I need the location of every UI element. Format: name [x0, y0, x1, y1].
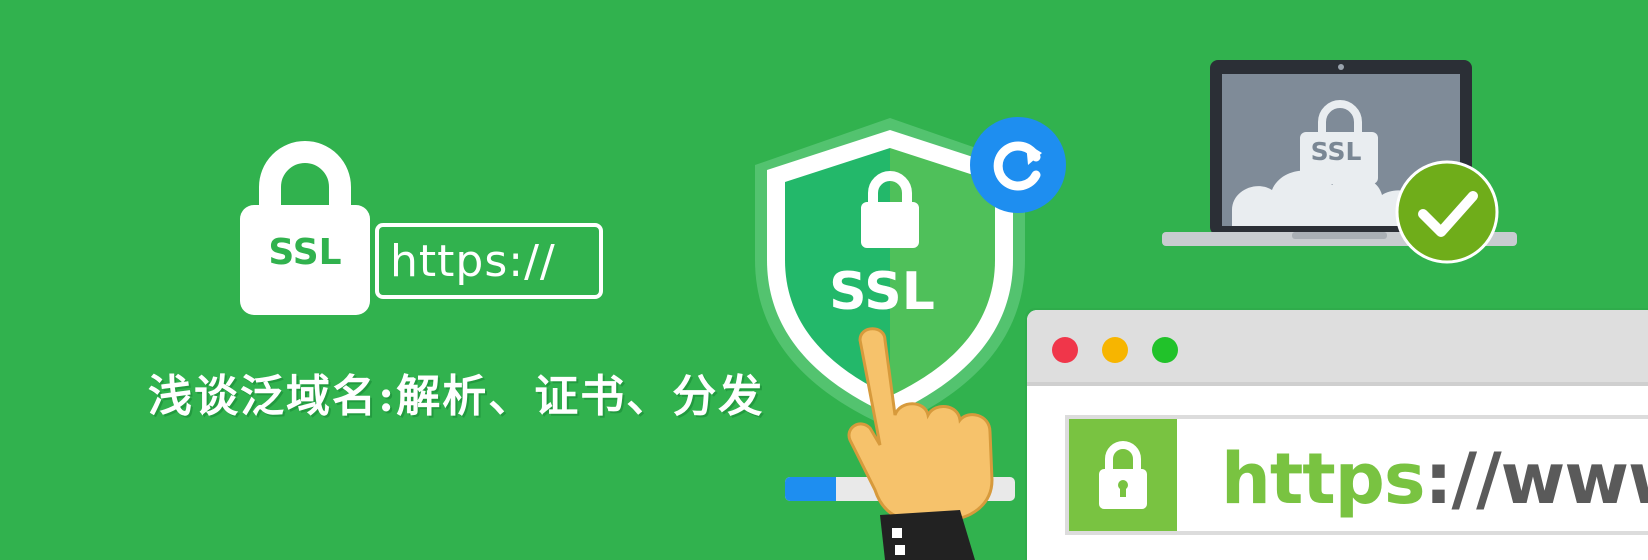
- pointing-hand-icon: [847, 327, 994, 560]
- browser-window: https://www.: [1027, 310, 1648, 560]
- laptop-label: SSL: [1310, 137, 1362, 166]
- logo-url-text: https://: [390, 236, 556, 287]
- address-lock: [1069, 419, 1177, 531]
- maximize-window-button[interactable]: [1152, 337, 1178, 363]
- address-bar[interactable]: https://www.: [1065, 415, 1648, 535]
- lock-icon: [240, 141, 370, 315]
- refresh-icon: [970, 117, 1066, 213]
- check-icon: [1395, 160, 1499, 264]
- logo-lock-label: SSL: [268, 232, 342, 273]
- browser-toolbar: [1027, 310, 1648, 386]
- close-window-button[interactable]: [1052, 337, 1078, 363]
- progress-fill: [785, 477, 836, 501]
- address-domain: ://www.: [1424, 438, 1648, 520]
- shield-label: SSL: [829, 262, 935, 322]
- ssl-logo: SSL https://: [240, 135, 605, 315]
- padlock-icon: [1099, 441, 1147, 509]
- banner: SSL https:// 浅谈泛域名:解析、证书、分发 SSL SSL http…: [0, 0, 1648, 560]
- minimize-window-button[interactable]: [1102, 337, 1128, 363]
- address-https: https: [1221, 438, 1426, 520]
- address-text: https://www.: [1221, 429, 1648, 529]
- page-title: 浅谈泛域名:解析、证书、分发: [148, 371, 765, 422]
